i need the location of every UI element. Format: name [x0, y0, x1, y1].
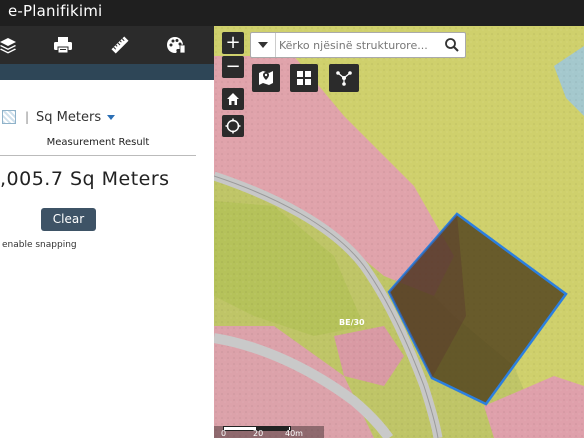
- home-button[interactable]: [222, 88, 244, 110]
- palette-button[interactable]: [163, 32, 189, 58]
- print-button[interactable]: [50, 32, 76, 58]
- chevron-down-icon: [107, 114, 116, 120]
- area-icon: [2, 110, 16, 124]
- locate-icon: [225, 118, 241, 134]
- measurement-value: ,005.7 Sq Meters: [0, 168, 170, 190]
- toolbar: [0, 26, 214, 64]
- measure-button[interactable]: [107, 32, 133, 58]
- measure-icon: [111, 36, 129, 54]
- zoom-in-label: +: [225, 32, 241, 53]
- search-icon[interactable]: [443, 36, 461, 54]
- scale-label-20: 20: [253, 429, 264, 438]
- zoom-out-label: −: [225, 56, 241, 77]
- grid-icon: [297, 71, 311, 85]
- palette-icon: [167, 37, 186, 54]
- locate-button[interactable]: [222, 115, 244, 137]
- unit-label: Sq Meters: [36, 109, 102, 125]
- parcel-label: BE/30: [339, 318, 365, 327]
- print-icon: [54, 37, 72, 54]
- search-box: [250, 32, 466, 58]
- share-button[interactable]: [329, 64, 359, 92]
- measurement-panel: [0, 80, 214, 438]
- scale-label-0: 0: [221, 429, 227, 438]
- search-scope-dropdown[interactable]: [251, 33, 276, 57]
- measurement-result-title: Measurement Result: [46, 137, 150, 148]
- scale-label-40: 40m: [285, 429, 303, 438]
- scalebar: 0 20 40m: [221, 424, 311, 438]
- basemap-button[interactable]: [252, 64, 280, 92]
- unit-separator: |: [25, 110, 30, 124]
- map-icon: [259, 71, 273, 85]
- layers-icon: [0, 38, 16, 54]
- divider: [0, 155, 196, 156]
- home-icon: [227, 93, 239, 105]
- enable-snapping-label: enable snapping: [2, 240, 77, 250]
- search-input[interactable]: [279, 36, 435, 54]
- clear-button[interactable]: Clear: [41, 208, 96, 231]
- layers-button[interactable]: [0, 32, 21, 58]
- app-title: e-Planifikimi: [8, 2, 103, 20]
- share-icon: [336, 71, 352, 86]
- panel-header-strip: [0, 64, 214, 80]
- unit-selector[interactable]: | Sq Meters: [2, 109, 116, 125]
- zoom-in-button[interactable]: +: [222, 32, 244, 54]
- zoom-out-button[interactable]: −: [222, 56, 244, 78]
- app-header: e-Planifikimi: [0, 0, 584, 26]
- chevron-down-icon: [258, 42, 268, 48]
- grid-button[interactable]: [290, 64, 318, 92]
